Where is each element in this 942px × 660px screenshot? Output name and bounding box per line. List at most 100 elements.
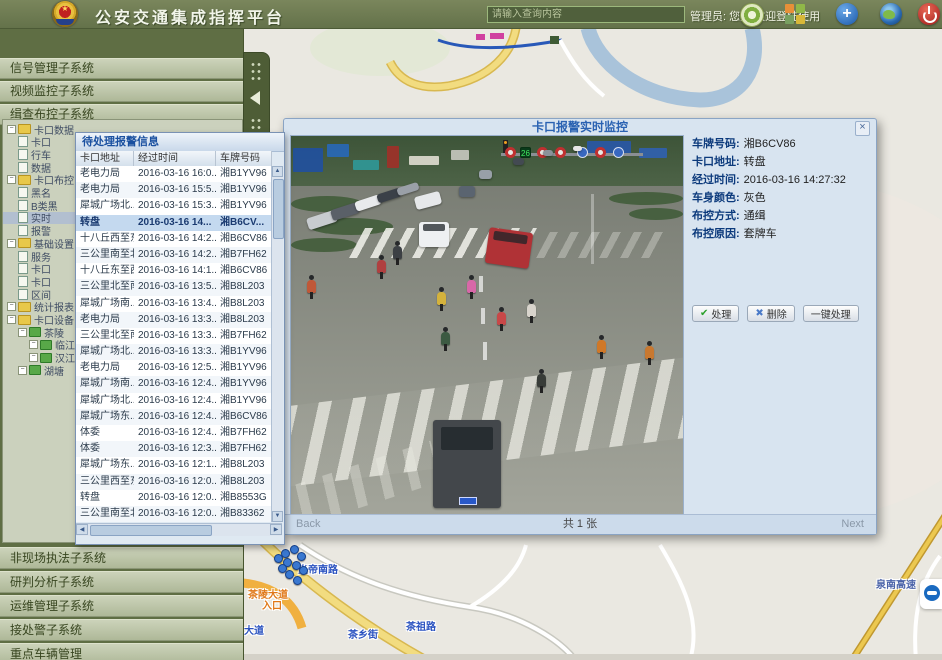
hscroll-thumb[interactable]	[90, 525, 212, 536]
table-row[interactable]: 体委2016-03-16 12:4...湘B7FH62	[76, 425, 272, 441]
table-row[interactable]: 转盘2016-03-16 12:0...湘B8553G	[76, 490, 272, 506]
cell: 转盘	[76, 215, 134, 231]
sidebar-item-1[interactable]: 视频监控子系统	[0, 81, 243, 102]
vertical-scrollbar[interactable]: ▲ ▼	[271, 166, 283, 522]
rider	[437, 292, 446, 305]
shop-sign	[293, 148, 323, 172]
detail-line: 布控原因:套牌车	[692, 229, 872, 240]
table-row[interactable]: 犀城广场北...2016-03-16 12:4...湘B1YV96	[76, 393, 272, 409]
table-row[interactable]: 老电力局2016-03-16 16:0...湘B1YV96	[76, 166, 272, 182]
table-row[interactable]: 三公里西至东2016-03-16 12:0...湘B8L203	[76, 474, 272, 490]
cell: 湘B7FH62	[216, 425, 272, 441]
rider	[537, 374, 546, 387]
map-marker-icon[interactable]	[293, 576, 302, 585]
sidebar-item-0[interactable]: 信号管理子系统	[0, 58, 243, 79]
expander-icon[interactable]: −	[7, 302, 16, 311]
batch-process-button[interactable]: 一键处理	[803, 305, 859, 322]
search-input[interactable]	[487, 6, 685, 23]
map-marker-icon[interactable]	[297, 552, 306, 561]
table-row[interactable]: 十八丘西至东2016-03-16 14:2...湘B6CV86	[76, 231, 272, 247]
remote-assist-icon[interactable]	[920, 579, 942, 609]
scroll-down-icon[interactable]: ▼	[272, 511, 283, 522]
map-road-label: 茶乡街	[348, 626, 378, 641]
cell: 湘B6CV...	[216, 215, 272, 231]
header-bar: ★ 公安交通集成指挥平台 管理员: 您好,欢迎登陆使用 +	[0, 0, 942, 29]
expander-icon[interactable]: −	[7, 125, 16, 134]
folder-icon	[18, 315, 31, 325]
cam-icon	[40, 340, 52, 350]
map-marker-icon[interactable]	[274, 554, 283, 563]
grip-dots-icon	[250, 61, 262, 81]
scroll-up-icon[interactable]: ▲	[272, 166, 283, 177]
table-row[interactable]: 三公里南至北2016-03-16 12:0...湘B83362	[76, 506, 272, 522]
folder-icon	[18, 238, 31, 248]
cell: 湘B1YV96	[216, 360, 272, 376]
app-root: 炎帝南路茶乡街茶祖路泉南高速大道茶陵大道入口 ★ 公安交通集成指挥平台 管理员:…	[0, 0, 942, 660]
sidebar-bottom-item-1[interactable]: 研判分析子系统	[0, 571, 243, 593]
cell: 湘B83362	[216, 506, 272, 522]
globe-icon[interactable]	[880, 3, 902, 25]
cell: 2016-03-16 12:4...	[134, 393, 216, 409]
page-icon	[18, 289, 28, 300]
map-road-label: 大道	[244, 622, 264, 637]
delete-button[interactable]: ✖ 删除	[747, 305, 794, 322]
vscroll-thumb[interactable]	[273, 179, 284, 239]
cell: 体委	[76, 441, 134, 457]
expander-icon[interactable]: −	[29, 340, 38, 349]
table-row[interactable]: 老电力局2016-03-16 13:3...湘B8L203	[76, 312, 272, 328]
horizontal-scrollbar[interactable]: ◀ ▶	[76, 523, 282, 536]
table-row[interactable]: 犀城广场北...2016-03-16 15:3...湘B1YV96	[76, 198, 272, 214]
pager-next-button[interactable]: Next	[841, 515, 864, 534]
eco-icon[interactable]	[740, 3, 764, 27]
expander-icon[interactable]: −	[7, 175, 16, 184]
table-row[interactable]: 三公里北至南2016-03-16 13:5...湘B8L203	[76, 279, 272, 295]
table-row[interactable]: 犀城广场南...2016-03-16 12:4...湘B1YV96	[76, 376, 272, 392]
sidebar-bottom-item-2[interactable]: 运维管理子系统	[0, 595, 243, 617]
close-icon[interactable]: ×	[855, 121, 870, 136]
expander-icon[interactable]: −	[7, 315, 16, 324]
sidebar-top-accordion: 信号管理子系统视频监控子系统缉查布控子系统	[0, 56, 243, 125]
cell: 2016-03-16 13:5...	[134, 279, 216, 295]
cell: 十八丘东至西	[76, 263, 134, 279]
table-row[interactable]: 犀城广场东...2016-03-16 12:4...湘B6CV86	[76, 409, 272, 425]
table-row[interactable]: 三公里北至南2016-03-16 13:3...湘B7FH62	[76, 328, 272, 344]
column-header-address: 卡口地址	[76, 151, 134, 166]
expander-icon[interactable]: −	[7, 239, 16, 248]
cell: 湘B1YV96	[216, 344, 272, 360]
table-row[interactable]: 犀城广场北...2016-03-16 13:3...湘B1YV96	[76, 344, 272, 360]
add-icon[interactable]: +	[836, 3, 858, 25]
table-row[interactable]: 老电力局2016-03-16 15:5...湘B1YV96	[76, 182, 272, 198]
expander-icon[interactable]: −	[18, 328, 27, 337]
sidebar-bottom-item-0[interactable]: 非现场执法子系统	[0, 547, 243, 569]
map-marker-icon[interactable]	[299, 566, 308, 575]
alerts-panel-title: 待处理报警信息	[76, 133, 284, 152]
expander-icon[interactable]: −	[18, 366, 27, 375]
cell: 湘B8L203	[216, 312, 272, 328]
expander-icon[interactable]: −	[29, 353, 38, 362]
table-row[interactable]: 犀城广场东...2016-03-16 12:1...湘B8L203	[76, 457, 272, 473]
sidebar-bottom-item-4[interactable]: 重点车辆管理	[0, 643, 243, 660]
vehicle	[543, 150, 553, 156]
sidebar-bottom-item-3[interactable]: 接处警子系统	[0, 619, 243, 641]
scroll-right-icon[interactable]: ▶	[270, 524, 282, 535]
table-row[interactable]: 体委2016-03-16 12:3...湘B7FH62	[76, 441, 272, 457]
rider	[497, 312, 506, 325]
road-sign-icon	[505, 147, 516, 158]
column-header-time: 经过时间	[134, 151, 216, 166]
table-row[interactable]: 转盘2016-03-16 14...湘B6CV...	[76, 215, 272, 231]
power-logout-icon[interactable]	[918, 3, 940, 25]
detail-line: 布控方式:通缉	[692, 211, 872, 222]
cell: 湘B8L203	[216, 474, 272, 490]
table-row[interactable]: 犀城广场南...2016-03-16 13:4...湘B8L203	[76, 296, 272, 312]
cell: 犀城广场东...	[76, 457, 134, 473]
scroll-left-icon[interactable]: ◀	[76, 524, 88, 535]
map-marker-icon[interactable]	[278, 564, 287, 573]
apps-grid-icon[interactable]	[784, 3, 806, 25]
alerts-table-body: 老电力局2016-03-16 16:0...湘B1YV96老电力局2016-03…	[76, 166, 272, 522]
process-button[interactable]: ✔ 处理	[692, 305, 739, 322]
table-row[interactable]: 三公里南至北2016-03-16 14:2...湘B7FH62	[76, 247, 272, 263]
vehicle	[414, 191, 442, 210]
table-row[interactable]: 十八丘东至西2016-03-16 14:1...湘B6CV86	[76, 263, 272, 279]
page-icon	[18, 162, 28, 173]
table-row[interactable]: 老电力局2016-03-16 12:5...湘B1YV96	[76, 360, 272, 376]
